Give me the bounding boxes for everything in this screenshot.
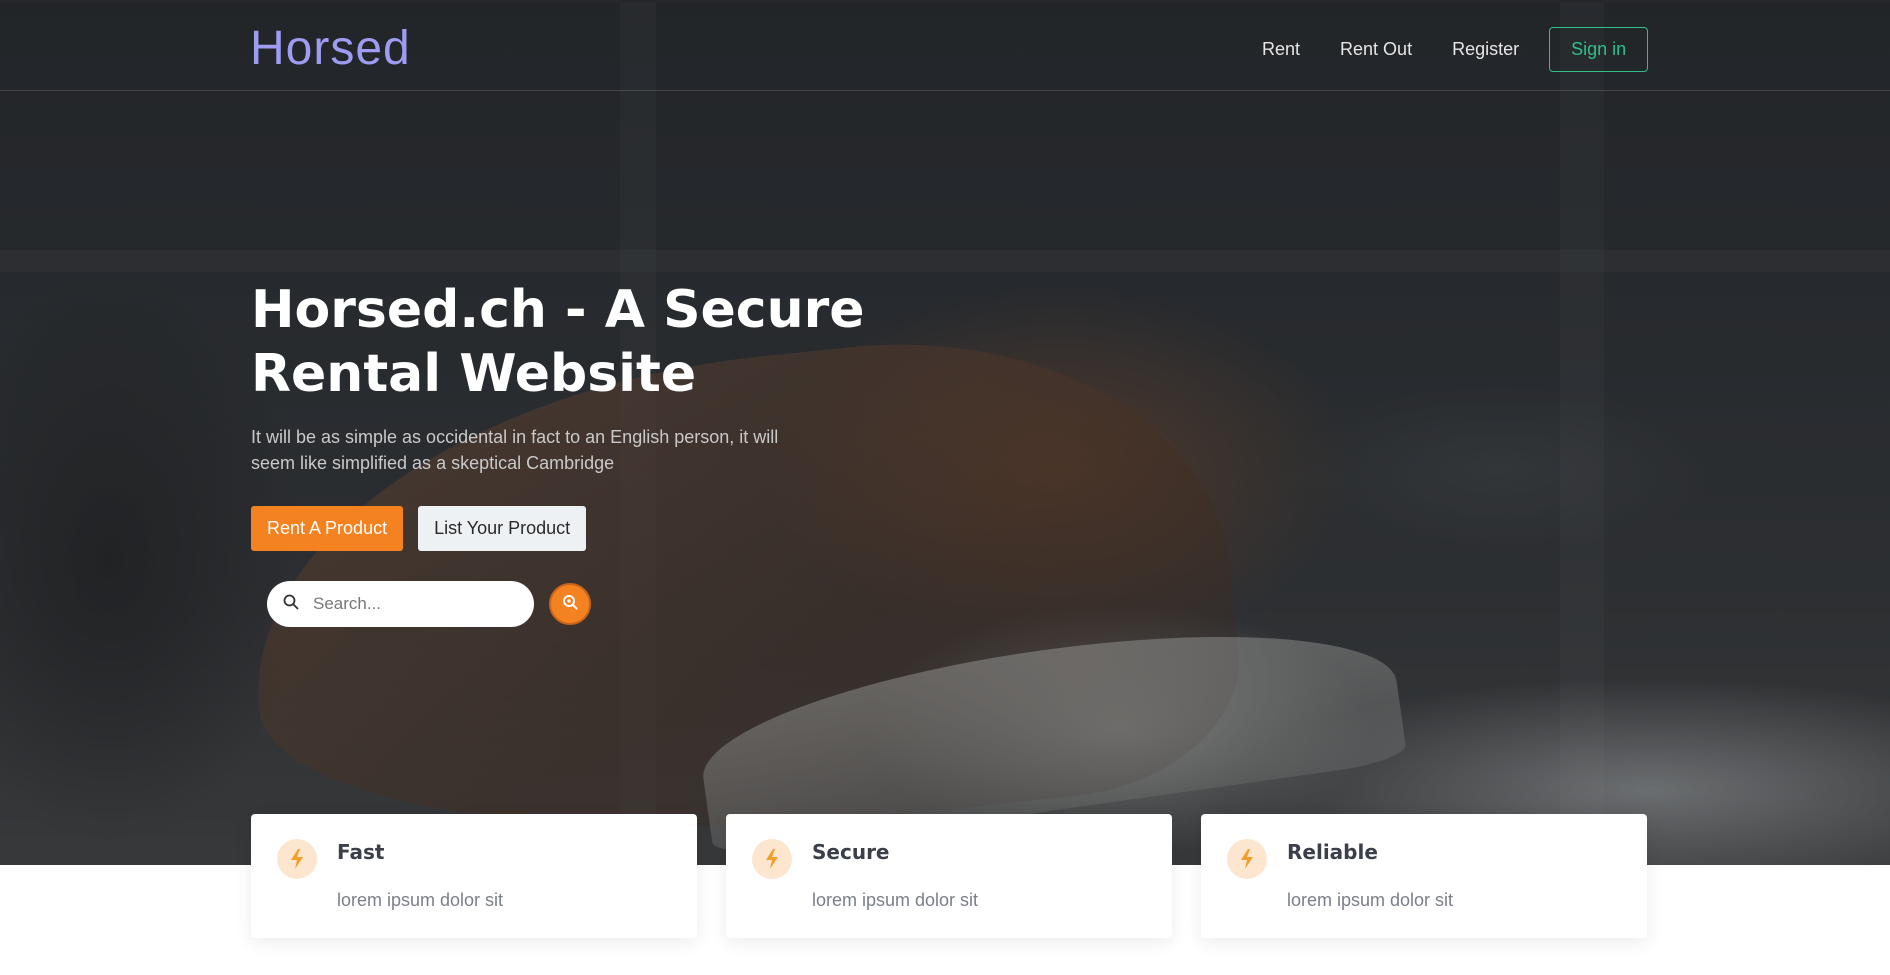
sign-in-button[interactable]: Sign in [1549, 27, 1649, 72]
feature-card-fast: Fast lorem ipsum dolor sit [251, 814, 697, 938]
bolt-icon [1227, 839, 1267, 879]
search-submit-button[interactable] [549, 583, 591, 625]
feature-text: lorem ipsum dolor sit [812, 890, 979, 910]
hero-subtitle: It will be as simple as occidental in fa… [251, 427, 779, 473]
navbar: Horsed Rent Rent Out Register Sign in [0, 0, 1890, 91]
feature-text: lorem ipsum dolor sit [337, 890, 504, 910]
page-title: Horsed.ch - A Secure Rental Website [251, 280, 865, 404]
nav-link-rent-out[interactable]: Rent Out [1340, 39, 1412, 60]
bolt-icon [277, 839, 317, 879]
search-input[interactable] [313, 594, 513, 614]
feature-text: lorem ipsum dolor sit [1287, 890, 1454, 910]
hero-actions: Rent A Product List Your Product [251, 506, 587, 551]
rent-product-button[interactable]: Rent A Product [251, 506, 404, 551]
feature-cards: Fast lorem ipsum dolor sit Secure lorem … [251, 814, 1647, 938]
feature-card-reliable: Reliable lorem ipsum dolor sit [1201, 814, 1647, 938]
nav-link-rent[interactable]: Rent [1262, 39, 1300, 60]
search-icon [562, 594, 578, 614]
list-product-button[interactable]: List Your Product [418, 506, 587, 551]
feature-title: Reliable [1287, 840, 1378, 864]
feature-card-secure: Secure lorem ipsum dolor sit [726, 814, 1172, 938]
feature-title: Fast [337, 840, 385, 864]
bolt-icon [752, 839, 792, 879]
feature-title: Secure [812, 840, 890, 864]
search-icon [283, 594, 299, 614]
logo[interactable]: Horsed [250, 21, 411, 76]
nav-link-register[interactable]: Register [1452, 39, 1519, 60]
search-bar [267, 581, 534, 627]
nav-menu: Rent Rent Out Register Sign in [1262, 27, 1649, 72]
